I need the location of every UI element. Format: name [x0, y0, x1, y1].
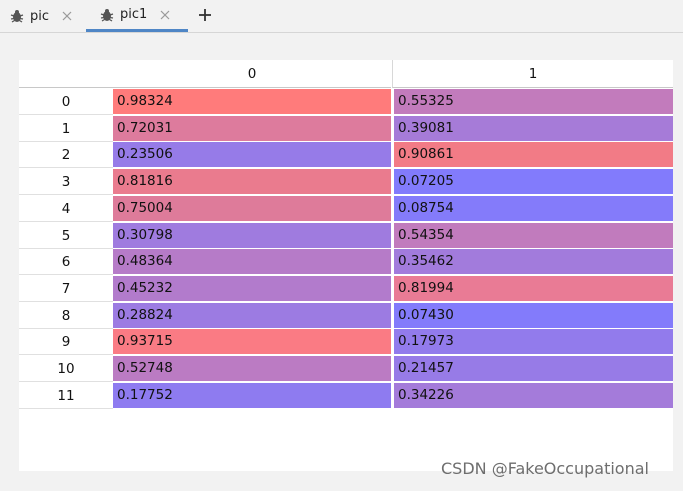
table-cell[interactable]: 0.75004 [113, 195, 391, 221]
table-cell[interactable]: 0.08754 [394, 195, 673, 221]
tab-pic[interactable]: pic [0, 0, 84, 32]
table-row: 1 0.72031 0.39081 [19, 115, 673, 142]
row-index: 11 [19, 383, 113, 409]
table-row: 11 0.17752 0.34226 [19, 382, 673, 409]
table-cell[interactable]: 0.81994 [394, 275, 673, 301]
tab-label: pic1 [120, 7, 148, 22]
row-index: 6 [19, 249, 113, 276]
column-header[interactable]: 0 [113, 60, 391, 88]
table-cell[interactable]: 0.90861 [394, 142, 673, 168]
close-icon[interactable] [62, 11, 72, 21]
table-cell[interactable]: 0.21457 [394, 356, 673, 381]
table-cell[interactable]: 0.07205 [394, 169, 673, 195]
table-cell[interactable]: 0.52748 [113, 356, 391, 381]
add-tab-icon[interactable] [197, 7, 213, 23]
table-row: 6 0.48364 0.35462 [19, 249, 673, 276]
tab-pic1[interactable]: pic1 [86, 0, 188, 32]
table-row: 8 0.28824 0.07430 [19, 302, 673, 329]
table-cell[interactable]: 0.17973 [394, 329, 673, 355]
row-index: 1 [19, 116, 113, 142]
watermark: CSDN @FakeOccupational [441, 459, 649, 478]
table-cell[interactable]: 0.48364 [113, 249, 391, 275]
table-cell[interactable]: 0.98324 [113, 89, 391, 114]
table-cell[interactable]: 0.81816 [113, 169, 391, 195]
table-cell[interactable]: 0.45232 [113, 275, 391, 301]
table-row: 3 0.81816 0.07205 [19, 169, 673, 196]
bug-icon [10, 10, 24, 23]
row-index: 2 [19, 142, 113, 169]
tab-bar: pic pic1 [0, 0, 683, 33]
row-index: 9 [19, 329, 113, 356]
bug-icon [100, 8, 114, 22]
dataframe-viewer: 0 1 0 0.98324 0.55325 1 0.72031 0.39081 2 0.235… [19, 60, 673, 471]
row-index: 3 [19, 169, 113, 196]
table-cell[interactable]: 0.07430 [394, 302, 673, 328]
close-icon[interactable] [160, 10, 170, 20]
row-index: 0 [19, 89, 113, 115]
tab-label: pic [30, 8, 50, 24]
table-cell[interactable]: 0.72031 [113, 115, 391, 141]
table-row: 9 0.93715 0.17973 [19, 329, 673, 356]
row-index: 8 [19, 303, 113, 329]
table-cell[interactable]: 0.30798 [113, 222, 391, 248]
table-cell[interactable]: 0.35462 [394, 249, 673, 275]
table-cell[interactable]: 0.17752 [113, 382, 391, 408]
table-cell[interactable]: 0.34226 [394, 382, 673, 408]
table-cell[interactable]: 0.23506 [113, 142, 391, 168]
row-index: 4 [19, 196, 113, 222]
table-cell[interactable]: 0.28824 [113, 302, 391, 328]
table-row: 7 0.45232 0.81994 [19, 275, 673, 302]
table-row: 10 0.52748 0.21457 [19, 356, 673, 382]
table-cell[interactable]: 0.39081 [394, 115, 673, 141]
table-cell[interactable]: 0.93715 [113, 329, 391, 355]
table-row: 2 0.23506 0.90861 [19, 142, 673, 169]
row-index: 10 [19, 356, 113, 382]
index-header [19, 60, 113, 88]
table-cell[interactable]: 0.54354 [394, 222, 673, 248]
table-row: 5 0.30798 0.54354 [19, 222, 673, 249]
table-row: 0 0.98324 0.55325 [19, 89, 673, 115]
row-index: 7 [19, 276, 113, 302]
column-header[interactable]: 1 [392, 60, 673, 88]
row-index: 5 [19, 223, 113, 249]
table-cell[interactable]: 0.55325 [394, 89, 673, 114]
table-row: 4 0.75004 0.08754 [19, 195, 673, 222]
